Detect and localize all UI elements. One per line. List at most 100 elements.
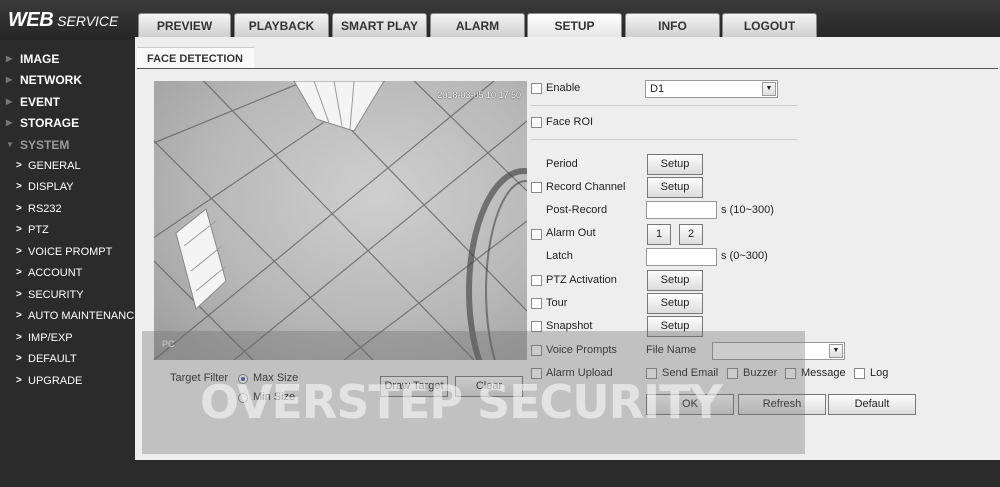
logo-main-text: WEB [8, 9, 54, 31]
collapse-triangle-icon: ▼ [6, 140, 14, 149]
alarm-upload-checkbox[interactable] [531, 368, 542, 379]
chevron-right-icon: > [16, 332, 22, 343]
sidebar-item-system[interactable]: ▼ SYSTEM [0, 135, 135, 155]
period-label: Period [546, 158, 578, 170]
chevron-right-icon: > [16, 203, 22, 214]
chevron-down-icon: ▼ [762, 82, 776, 96]
alarm-out-label: Alarm Out [546, 227, 596, 239]
sidebar-item-image[interactable]: ▶ IMAGE [0, 49, 135, 69]
expand-triangle-icon: ▶ [6, 97, 13, 106]
min-size-label: Min Size [253, 391, 296, 403]
expand-triangle-icon: ▶ [6, 118, 13, 127]
sidebar-item-security[interactable]: > SECURITY [0, 285, 135, 305]
record-channel-setup-button[interactable]: Setup [647, 177, 703, 198]
enable-checkbox[interactable] [531, 83, 542, 94]
record-channel-checkbox[interactable] [531, 182, 542, 193]
ptz-setup-button[interactable]: Setup [647, 270, 703, 291]
channel-name: PC [162, 339, 175, 349]
buzzer-checkbox[interactable] [727, 368, 738, 379]
sidebar-item-imp-exp[interactable]: > IMP/EXP [0, 328, 135, 348]
top-bar: WEB SERVICE PREVIEW PLAYBACK SMART PLAY A… [0, 0, 1000, 40]
default-button[interactable]: Default [828, 394, 916, 415]
video-timestamp: 2018-03-05 10:17:50 [437, 90, 521, 100]
tour-label: Tour [546, 297, 568, 309]
file-name-label: File Name [646, 344, 697, 356]
expand-triangle-icon: ▶ [6, 54, 13, 63]
voice-prompts-checkbox[interactable] [531, 345, 542, 356]
divider [531, 105, 797, 106]
chevron-right-icon: > [16, 181, 22, 192]
tab-alarm[interactable]: ALARM [430, 13, 525, 37]
face-roi-checkbox[interactable] [531, 117, 542, 128]
sidebar-item-display[interactable]: > DISPLAY [0, 177, 135, 197]
record-channel-label: Record Channel [546, 181, 626, 193]
chevron-right-icon: > [16, 246, 22, 257]
section-divider [137, 68, 998, 69]
latch-input[interactable] [646, 248, 717, 266]
sidebar-item-voice-prompt[interactable]: > VOICE PROMPT [0, 242, 135, 262]
post-record-unit: s (10~300) [721, 204, 774, 216]
chevron-right-icon: > [16, 310, 22, 321]
draw-target-button[interactable]: Draw Target [380, 376, 448, 397]
chevron-right-icon: > [16, 224, 22, 235]
chevron-right-icon: > [16, 289, 22, 300]
channel-select[interactable]: D1 ▼ [645, 80, 778, 98]
tab-smart-play[interactable]: SMART PLAY [332, 13, 427, 37]
post-record-input[interactable] [646, 201, 717, 219]
voice-prompts-label: Voice Prompts [546, 344, 617, 356]
max-size-radio[interactable] [238, 374, 248, 384]
latch-unit: s (0~300) [721, 250, 768, 262]
alarm-out-2-button[interactable]: 2 [679, 224, 703, 245]
tab-setup[interactable]: SETUP [527, 13, 622, 37]
send-email-checkbox[interactable] [646, 368, 657, 379]
file-name-select[interactable]: ▼ [712, 342, 845, 360]
message-checkbox[interactable] [785, 368, 796, 379]
sidebar-item-storage[interactable]: ▶ STORAGE [0, 113, 135, 133]
sidebar-item-ptz[interactable]: > PTZ [0, 220, 135, 240]
tab-info[interactable]: INFO [625, 13, 720, 37]
tab-preview[interactable]: PREVIEW [138, 13, 231, 37]
snapshot-setup-button[interactable]: Setup [647, 316, 703, 337]
refresh-button[interactable]: Refresh [738, 394, 826, 415]
sidebar-item-network[interactable]: ▶ NETWORK [0, 70, 135, 90]
tour-checkbox[interactable] [531, 298, 542, 309]
face-roi-label: Face ROI [546, 116, 594, 128]
alarm-out-checkbox[interactable] [531, 229, 542, 240]
divider [531, 139, 797, 140]
ok-button[interactable]: OK [646, 394, 734, 415]
send-email-label: Send Email [662, 367, 719, 379]
sidebar-item-general[interactable]: > GENERAL [0, 156, 135, 176]
target-filter-label: Target Filter [170, 372, 229, 384]
clear-button[interactable]: Clear [455, 376, 523, 397]
tab-logout[interactable]: LOGOUT [722, 13, 817, 37]
sidebar-item-account[interactable]: > ACCOUNT [0, 263, 135, 283]
message-label: Message [801, 367, 846, 379]
period-setup-button[interactable]: Setup [647, 154, 703, 175]
chevron-right-icon: > [16, 353, 22, 364]
log-label: Log [870, 367, 889, 379]
max-size-label: Max Size [253, 372, 299, 384]
alarm-out-1-button[interactable]: 1 [647, 224, 671, 245]
min-size-radio[interactable] [238, 393, 248, 403]
latch-label: Latch [546, 250, 573, 262]
ptz-activation-checkbox[interactable] [531, 275, 542, 286]
chevron-right-icon: > [16, 375, 22, 386]
enable-label: Enable [546, 82, 581, 94]
sidebar-item-rs232[interactable]: > RS232 [0, 199, 135, 219]
sidebar-item-upgrade[interactable]: > UPGRADE [0, 371, 135, 391]
chevron-right-icon: > [16, 267, 22, 278]
camera-preview[interactable]: 2018-03-05 10:17:50 PC [154, 81, 527, 360]
sidebar-item-default[interactable]: > DEFAULT [0, 349, 135, 369]
snapshot-checkbox[interactable] [531, 321, 542, 332]
tab-playback[interactable]: PLAYBACK [234, 13, 329, 37]
chevron-right-icon: > [16, 160, 22, 171]
expand-triangle-icon: ▶ [6, 75, 13, 84]
buzzer-label: Buzzer [743, 367, 778, 379]
alarm-upload-label: Alarm Upload [546, 367, 613, 379]
content-panel: FACE DETECTION 2018-03-05 10:17:50 PC En… [135, 37, 1000, 460]
log-checkbox[interactable] [854, 368, 865, 379]
sidebar-item-event[interactable]: ▶ EVENT [0, 92, 135, 112]
channel-select-value: D1 [650, 83, 665, 95]
sidebar-item-auto-maintenance[interactable]: > AUTO MAINTENANCE [0, 306, 141, 326]
tour-setup-button[interactable]: Setup [647, 293, 703, 314]
